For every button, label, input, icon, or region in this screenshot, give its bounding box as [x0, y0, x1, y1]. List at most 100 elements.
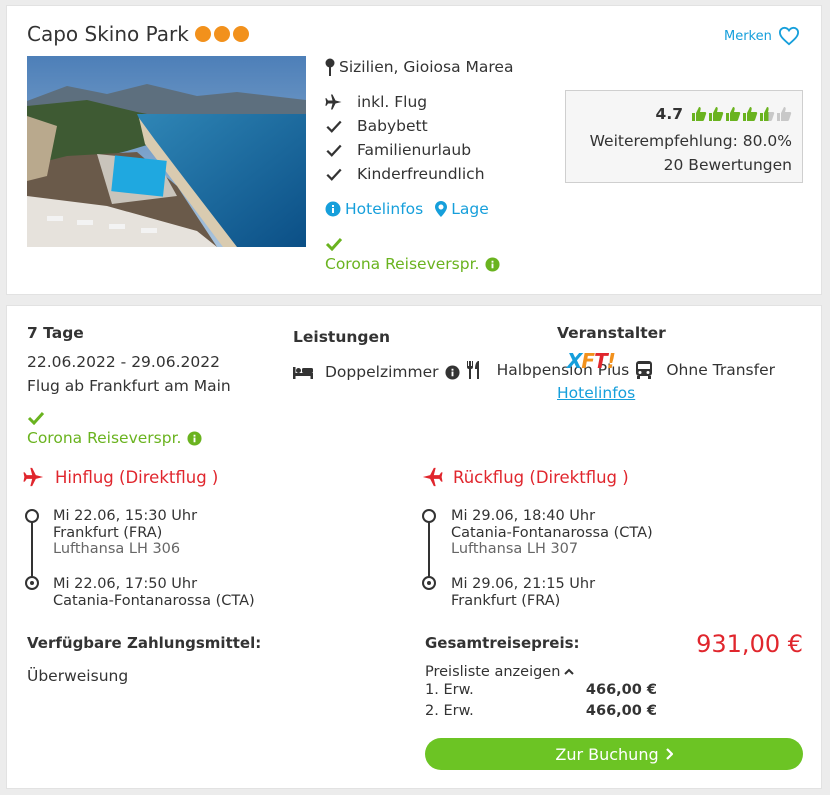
arrival-marker — [422, 576, 436, 590]
hotelinfos-link[interactable]: Hotelinfos — [325, 200, 423, 218]
total-price: 931,00 € — [696, 630, 803, 658]
rating-dot — [232, 26, 249, 42]
reviews-count[interactable]: 20 Bewertungen — [664, 156, 792, 174]
price-row-value: 466,00 € — [585, 682, 657, 698]
hotel-links: Hotelinfos Lage — [325, 200, 489, 218]
trip-departure: Flug ab Frankfurt am Main — [27, 377, 231, 395]
operator-hotelinfos-link[interactable]: Hotelinfos — [557, 384, 635, 402]
green-check-icon — [325, 237, 343, 252]
lage-link[interactable]: Lage — [435, 200, 489, 218]
dep-airport: Frankfurt (FRA) — [53, 524, 163, 541]
feature-label: Babybett — [357, 117, 428, 135]
offer-card: 7 Tage 22.06.2022 - 29.06.2022 Flug ab F… — [6, 305, 822, 789]
corona-label: Corona Reiseverspr. — [27, 429, 182, 447]
thumb-up-icon — [692, 107, 707, 121]
hotel-photo[interactable] — [27, 56, 306, 247]
bus-icon — [636, 361, 653, 379]
book-button[interactable]: Zur Buchung — [425, 738, 803, 770]
hotel-features: inkl. Flug Babybett Familienurlaub Kinde… — [325, 90, 485, 186]
outbound-header: Hinflug (Direktflug ) — [23, 466, 218, 488]
rating-score: 4.7 — [655, 105, 683, 123]
hotel-star-rating — [194, 26, 249, 42]
dep-airport: Catania-Fontanarossa (CTA) — [451, 524, 653, 541]
outbound-timeline — [31, 516, 33, 582]
dep-time: Mi 29.06, 18:40 Uhr — [451, 508, 596, 524]
arr-time: Mi 29.06, 21:15 Uhr — [451, 576, 596, 592]
feature-flight: inkl. Flug — [325, 90, 485, 114]
hotelinfos-label: Hotelinfos — [345, 200, 424, 218]
departure-marker — [25, 509, 39, 523]
thumbs-rating — [691, 106, 792, 122]
rating-box[interactable]: 4.7 Weiterempfehlung: 80.0% 20 Bewertung… — [565, 90, 803, 183]
arr-airport: Frankfurt (FRA) — [451, 592, 561, 609]
payment-method: Überweisung — [27, 667, 129, 685]
location-pin-icon — [435, 201, 448, 217]
dep-time: Mi 22.06, 15:30 Uhr — [53, 508, 198, 524]
return-timeline — [428, 516, 430, 582]
offer-corona[interactable]: Corona Reiseverspr. — [27, 410, 203, 447]
arrival-marker — [25, 576, 39, 590]
services-list: Doppelzimmer Halbpension Plus Ohne Trans… — [293, 358, 775, 384]
merken-label: Merken — [724, 28, 772, 44]
pricelist-toggle[interactable]: Preisliste anzeigen — [425, 664, 575, 680]
service-label: Doppelzimmer — [325, 363, 439, 381]
price-row-label: 2. Erw. — [425, 703, 474, 719]
airline: Lufthansa LH 307 — [451, 541, 579, 557]
thumb-up-half-icon — [760, 107, 775, 121]
feature-kids: Kinderfreundlich — [325, 162, 485, 186]
hotel-card: Capo Skino Park Merken Sizilien, Gioiosa… — [6, 5, 822, 295]
rating-dot — [213, 26, 230, 42]
price-row-value: 466,00 € — [585, 703, 657, 719]
return-title: Rückflug (Direktflug ) — [453, 467, 629, 487]
service-room: Doppelzimmer — [293, 360, 460, 384]
merken-button[interactable]: Merken — [724, 26, 800, 46]
rating-dot — [194, 26, 211, 42]
info-icon — [187, 430, 203, 446]
corona-label: Corona Reiseverspr. — [325, 255, 480, 273]
price-row: 2. Erw. 466,00 € — [425, 703, 657, 719]
plane-return-icon — [422, 467, 443, 487]
book-button-label: Zur Buchung — [555, 744, 659, 764]
hotel-title-row: Capo Skino Park — [27, 22, 249, 46]
chevron-right-icon — [665, 748, 673, 760]
service-transfer: Ohne Transfer — [634, 358, 775, 382]
thumb-up-icon — [726, 107, 741, 121]
trip-dates: 22.06.2022 - 29.06.2022 — [27, 353, 220, 371]
feature-label: Kinderfreundlich — [357, 165, 485, 183]
heart-icon — [778, 26, 799, 46]
return-departure: Mi 29.06, 18:40 Uhr Catania-Fontanarossa… — [451, 508, 653, 558]
outbound-title: Hinflug (Direktflug ) — [55, 467, 219, 487]
plane-icon — [325, 94, 342, 110]
price-row: 1. Erw. 466,00 € — [425, 682, 657, 698]
lage-label: Lage — [451, 200, 489, 218]
hotel-corona[interactable]: Corona Reiseverspr. — [325, 236, 501, 273]
location-text: Sizilien, Gioiosa Marea — [339, 58, 514, 76]
outbound-departure: Mi 22.06, 15:30 Uhr Frankfurt (FRA) Luft… — [53, 508, 197, 558]
feature-family: Familienurlaub — [325, 138, 485, 162]
airline: Lufthansa LH 306 — [53, 541, 181, 557]
arr-airport: Catania-Fontanarossa (CTA) — [53, 592, 255, 609]
hotel-name[interactable]: Capo Skino Park — [27, 22, 189, 46]
plane-icon — [23, 467, 44, 487]
feature-babybed: Babybett — [325, 114, 485, 138]
trip-duration: 7 Tage — [27, 324, 84, 342]
arr-time: Mi 22.06, 17:50 Uhr — [53, 576, 198, 592]
cutlery-icon — [466, 361, 479, 379]
checkmark-icon — [326, 120, 342, 133]
info-icon[interactable] — [444, 364, 460, 380]
price-row-label: 1. Erw. — [425, 682, 474, 698]
bed-icon — [293, 367, 313, 379]
info-icon — [325, 201, 341, 217]
chevron-up-icon — [564, 668, 575, 675]
outbound-arrival: Mi 22.06, 17:50 Uhr Catania-Fontanarossa… — [53, 576, 255, 609]
feature-label: Familienurlaub — [357, 141, 472, 159]
checkmark-icon — [326, 144, 342, 157]
recommendation-text: Weiterempfehlung: 80.0% — [589, 132, 792, 150]
thumb-up-icon — [709, 107, 724, 121]
services-heading: Leistungen — [293, 328, 391, 346]
checkmark-icon — [326, 168, 342, 181]
return-arrival: Mi 29.06, 21:15 Uhr Frankfurt (FRA) — [451, 576, 595, 609]
service-label: Ohne Transfer — [666, 361, 775, 379]
thumb-up-icon — [743, 107, 758, 121]
departure-marker — [422, 509, 436, 523]
